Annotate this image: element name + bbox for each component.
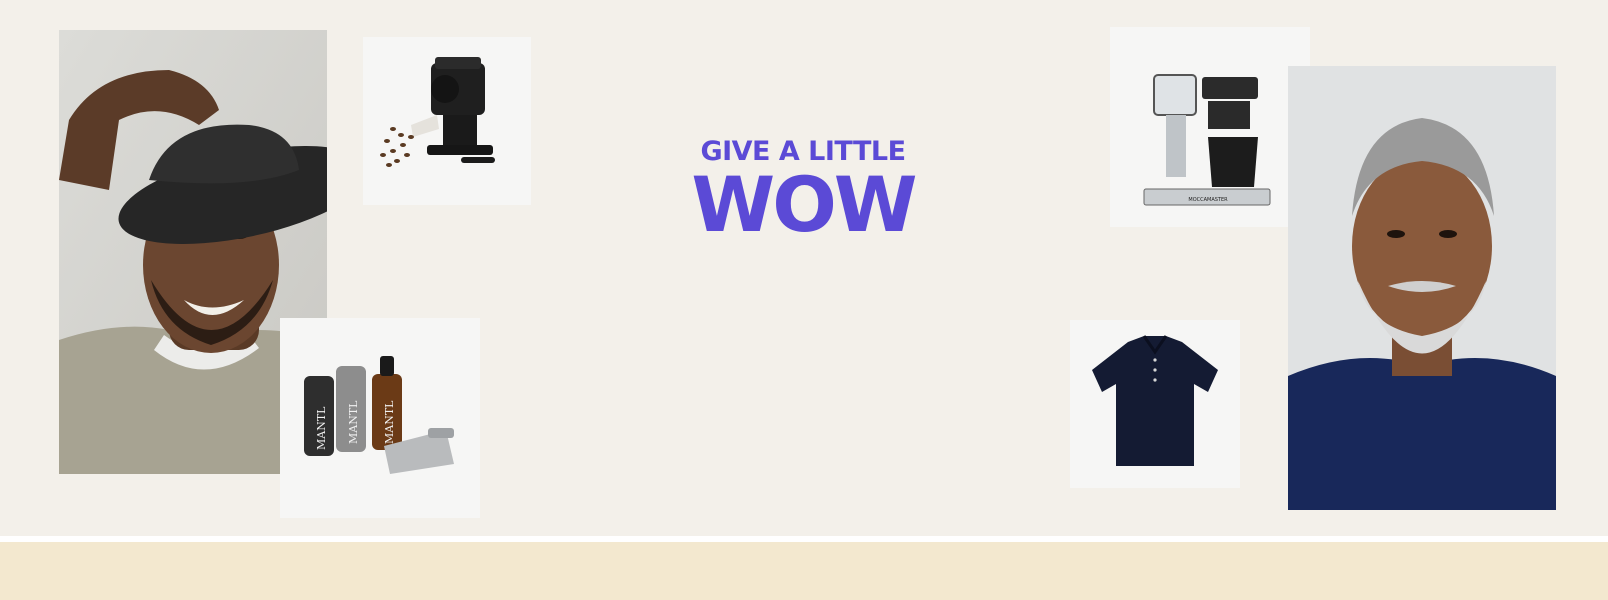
headline-line-2: WOW xyxy=(691,160,917,249)
coffee-maker-image: MOCCAMASTER xyxy=(1110,27,1310,227)
coffee-maker-brand: MOCCAMASTER xyxy=(1188,197,1228,203)
hero-banner: MANTL MANTL MANTL GIVE A LITTLE WOW MOCC… xyxy=(0,0,1608,536)
headline: GIVE A LITTLE WOW xyxy=(688,138,918,243)
coffee-grinder-image xyxy=(363,37,531,205)
grooming-set-image: MANTL MANTL MANTL xyxy=(280,318,480,518)
grooming-bottle-label: MANTL xyxy=(347,400,360,444)
polo-shirt-image xyxy=(1070,320,1240,488)
footer-band xyxy=(0,542,1608,600)
grooming-bottle-label: MANTL xyxy=(383,400,396,444)
grooming-bottle-label: MANTL xyxy=(315,406,328,450)
portrait-man-beard-image xyxy=(1288,66,1556,510)
